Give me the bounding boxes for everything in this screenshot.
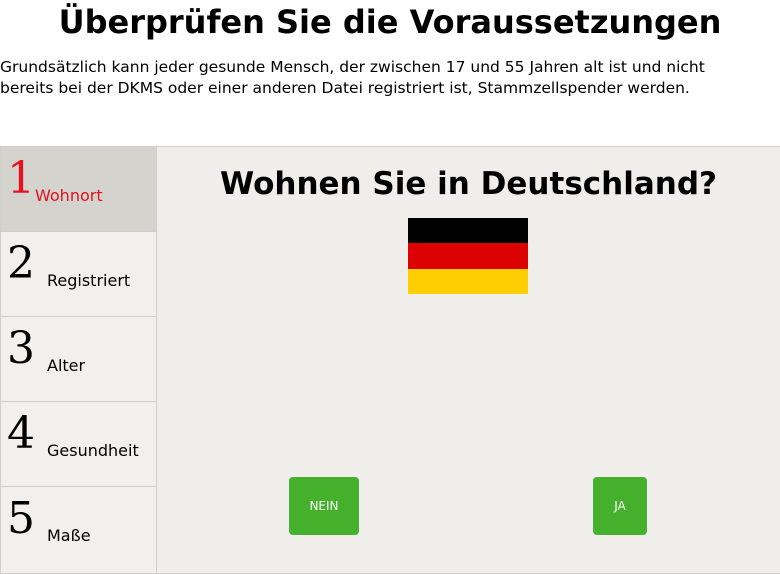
step-item-alter[interactable]: 3 Alter xyxy=(1,317,156,402)
step-label: Maße xyxy=(47,526,91,545)
question-text: Wohnen Sie in Deutschland? xyxy=(220,166,717,202)
flag-band-black xyxy=(408,218,528,244)
step-label: Registriert xyxy=(47,271,131,290)
step-item-registriert[interactable]: 2 Registriert xyxy=(1,232,156,317)
step-number: 3 xyxy=(7,323,35,374)
step-number: 4 xyxy=(7,408,35,459)
step-sidebar: 1 Wohnort 2 Registriert 3 Alter 4 Gesund… xyxy=(1,147,157,573)
eligibility-wizard: 1 Wohnort 2 Registriert 3 Alter 4 Gesund… xyxy=(0,146,780,574)
step-label: Alter xyxy=(47,356,86,375)
question-panel: Wohnen Sie in Deutschland? NEIN JA xyxy=(157,147,780,573)
step-label: Wohnort xyxy=(35,186,103,205)
flag-band-red xyxy=(408,243,528,269)
germany-flag-icon xyxy=(408,218,528,294)
step-number: 1 xyxy=(7,153,35,204)
step-number: 5 xyxy=(7,493,35,544)
flag-band-gold xyxy=(408,268,528,294)
no-button[interactable]: NEIN xyxy=(289,477,359,535)
step-item-wohnort[interactable]: 1 Wohnort xyxy=(1,147,156,232)
page-title: Überprüfen Sie die Voraussetzungen xyxy=(58,3,722,41)
step-item-gesundheit[interactable]: 4 Gesundheit xyxy=(1,402,156,487)
step-item-masse[interactable]: 5 Maße xyxy=(1,487,156,572)
intro-text: Grundsätzlich kann jeder gesunde Mensch,… xyxy=(0,58,705,97)
yes-button[interactable]: JA xyxy=(593,477,647,535)
step-number: 2 xyxy=(7,238,35,289)
step-label: Gesundheit xyxy=(47,441,139,460)
